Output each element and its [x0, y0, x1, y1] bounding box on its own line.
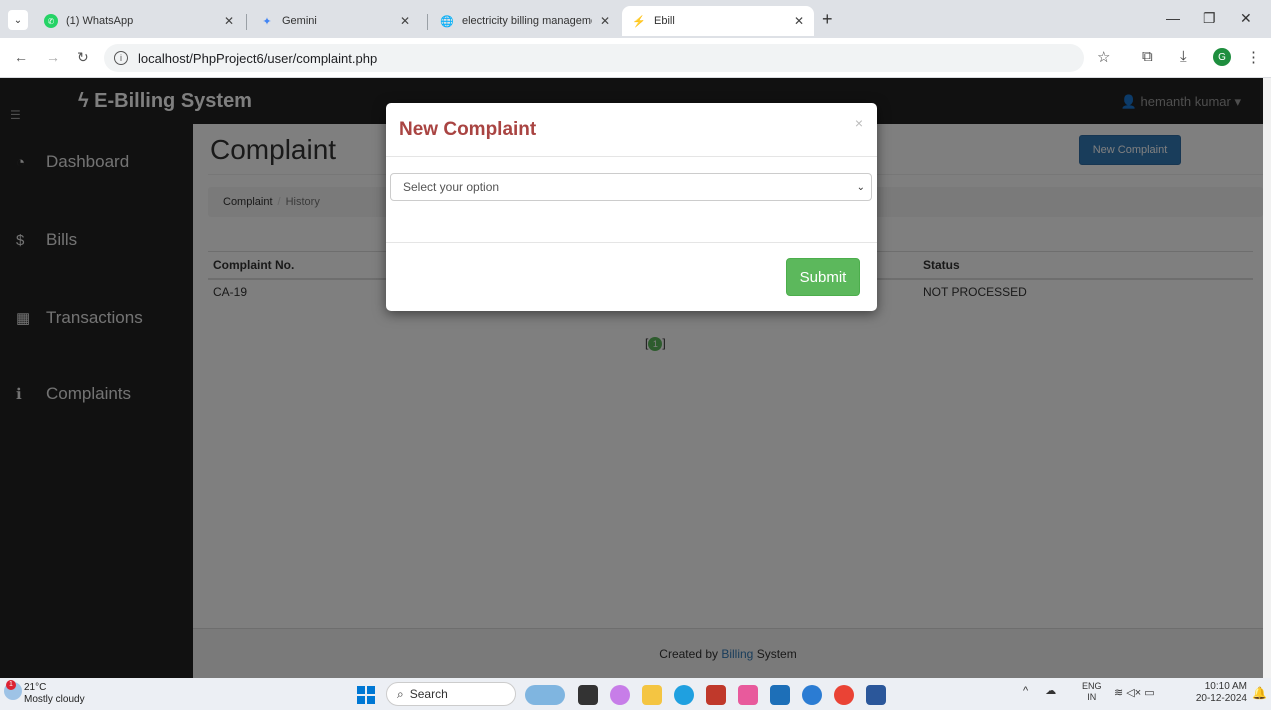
- cloud-sync-icon[interactable]: ☁: [1045, 685, 1056, 697]
- divider: [386, 242, 877, 243]
- word-icon[interactable]: [866, 685, 886, 705]
- back-icon[interactable]: ←: [14, 49, 28, 65]
- wifi-sound-battery-icons[interactable]: ≋ ◁× ▭: [1114, 686, 1155, 699]
- forward-icon[interactable]: →: [46, 49, 60, 65]
- close-icon[interactable]: ×: [855, 115, 863, 131]
- new-tab-icon[interactable]: +: [822, 9, 833, 30]
- chevron-up-icon[interactable]: ^: [1023, 685, 1028, 697]
- edge-icon[interactable]: [674, 685, 694, 705]
- language-indicator[interactable]: ENG IN: [1082, 681, 1102, 703]
- tab-separator: [427, 14, 428, 30]
- modal-title: New Complaint: [399, 119, 537, 140]
- whatsapp-icon: ✆: [44, 14, 58, 28]
- weather-temp: 21°C: [24, 682, 47, 693]
- search-label: Search: [409, 687, 448, 701]
- copilot-icon[interactable]: [610, 685, 630, 705]
- address-bar-row: ← → ↻ i localhost/PhpProject6/user/compl…: [0, 38, 1271, 78]
- tab-title: Gemini: [282, 15, 317, 27]
- tab-title: electricity billing management: [462, 15, 592, 27]
- chrome-icon[interactable]: [834, 685, 854, 705]
- notification-bell-icon[interactable]: 🔔: [1252, 686, 1267, 700]
- site-info-icon[interactable]: i: [114, 51, 128, 65]
- tab-separator: [246, 14, 247, 30]
- gemini-icon: ✦: [262, 15, 272, 28]
- complaint-type-select[interactable]: Select your option ⌄: [390, 173, 872, 201]
- region-code: IN: [1087, 692, 1097, 702]
- tab-title: Ebill: [654, 15, 675, 27]
- taskbar-search[interactable]: ⌕ Search: [386, 682, 516, 706]
- clock-date: 20-12-2024: [1195, 693, 1247, 704]
- select-value: Select your option: [403, 180, 500, 194]
- globe-icon: 🌐: [440, 15, 454, 28]
- minimize-icon[interactable]: —: [1166, 10, 1180, 26]
- divider: [386, 156, 877, 157]
- virtualbox-icon[interactable]: [770, 685, 790, 705]
- restore-icon[interactable]: ❐: [1203, 10, 1216, 27]
- system-tray: ^ ☁: [1023, 684, 1056, 697]
- close-window-icon[interactable]: ✕: [1240, 10, 1252, 27]
- xampp-icon[interactable]: [738, 685, 758, 705]
- weather-desc: Mostly cloudy: [24, 694, 85, 705]
- clock[interactable]: 10:10 AM 20-12-2024: [1195, 681, 1247, 705]
- widget-art-icon[interactable]: [525, 685, 565, 705]
- tab-ebill[interactable]: ⚡ Ebill ✕: [622, 6, 814, 36]
- clock-time: 10:10 AM: [1204, 681, 1247, 692]
- bookmark-star-icon[interactable]: ☆: [1097, 48, 1110, 66]
- url-field[interactable]: i localhost/PhpProject6/user/complaint.p…: [104, 44, 1084, 72]
- language-code: ENG: [1082, 681, 1102, 691]
- app-viewport: ☰ ϟ E-Billing System 👤 hemanth kumar ▾ ◔…: [0, 78, 1263, 678]
- mcafee-icon[interactable]: [706, 685, 726, 705]
- tab-title: (1) WhatsApp: [66, 15, 134, 27]
- outlook-icon[interactable]: [802, 685, 822, 705]
- weather-widget[interactable]: 21°C Mostly cloudy: [24, 682, 85, 706]
- tab-electricity-billing[interactable]: 🌐 electricity billing management ✕: [430, 6, 620, 36]
- reload-icon[interactable]: ↻: [77, 49, 89, 66]
- new-complaint-modal: New Complaint × Select your option ⌄ Sub…: [386, 103, 877, 311]
- tab-gemini[interactable]: ✦ Gemini ✕: [250, 6, 420, 36]
- url-text: localhost/PhpProject6/user/complaint.php: [138, 50, 378, 66]
- task-view-icon[interactable]: [578, 685, 598, 705]
- windows-start-icon[interactable]: [357, 686, 375, 704]
- search-icon: ⌕: [397, 686, 404, 701]
- browser-tab-bar: ⌄ ✆ (1) WhatsApp ✕ ✦ Gemini ✕ 🌐 electric…: [0, 0, 1271, 38]
- tab-search-chevron-icon[interactable]: ⌄: [8, 10, 28, 30]
- close-icon[interactable]: ✕: [400, 14, 410, 28]
- submit-button[interactable]: Submit: [786, 258, 860, 296]
- close-icon[interactable]: ✕: [600, 14, 610, 28]
- file-explorer-icon[interactable]: [642, 685, 662, 705]
- page-scrollbar[interactable]: [1263, 78, 1271, 678]
- notification-badge: 1: [6, 680, 16, 690]
- taskbar: 1 21°C Mostly cloudy ⌕ Search ^ ☁ ENG IN…: [0, 678, 1271, 710]
- bolt-icon: ⚡: [632, 15, 646, 28]
- close-icon[interactable]: ✕: [224, 14, 234, 28]
- tab-whatsapp[interactable]: ✆ (1) WhatsApp ✕: [34, 6, 244, 36]
- extensions-icon[interactable]: ⧉: [1142, 48, 1153, 65]
- profile-avatar-icon[interactable]: G: [1213, 48, 1231, 66]
- download-icon[interactable]: ⤓: [1180, 48, 1187, 65]
- chevron-down-icon: ⌄: [856, 181, 865, 193]
- menu-kebab-icon[interactable]: ⋮: [1246, 48, 1261, 66]
- close-icon[interactable]: ✕: [794, 14, 804, 28]
